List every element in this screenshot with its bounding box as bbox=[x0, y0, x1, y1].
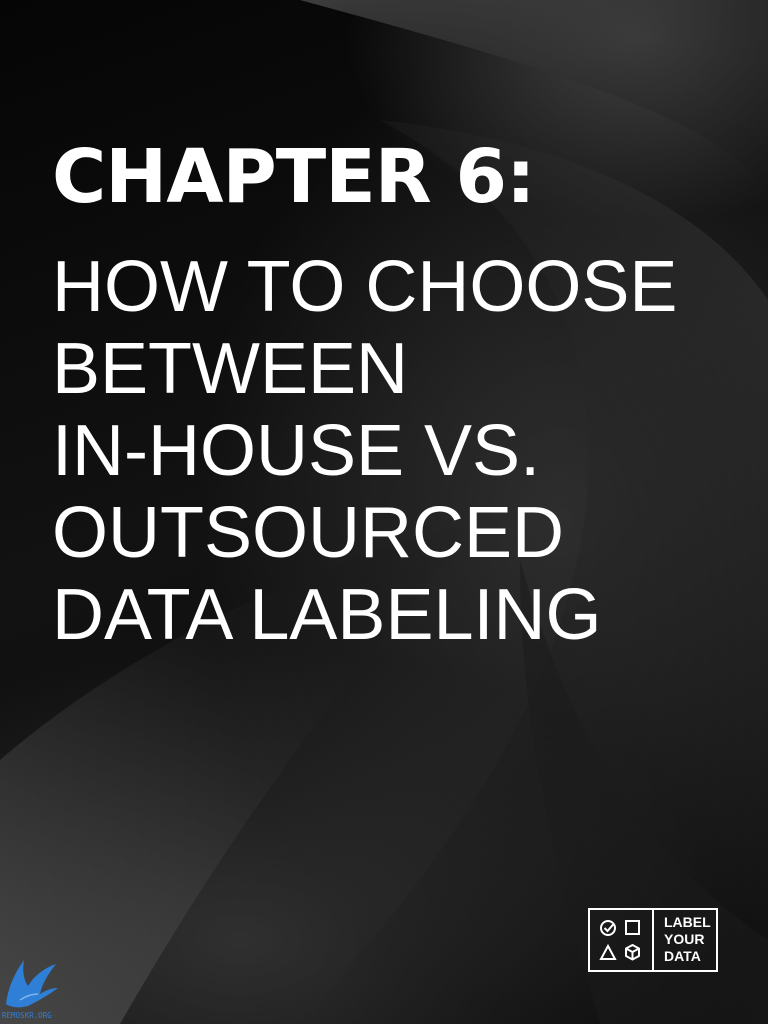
logo-line: DATA bbox=[664, 948, 701, 964]
subtitle-line: IN-HOUSE VS. bbox=[52, 411, 541, 491]
subtitle-line: DATA LABELING bbox=[52, 575, 602, 655]
logo-line: LABEL bbox=[664, 914, 711, 930]
subtitle-line: BETWEEN bbox=[52, 329, 409, 409]
bird-icon bbox=[6, 960, 58, 1008]
triangle-icon bbox=[599, 943, 617, 960]
logo-line: YOUR bbox=[664, 931, 705, 947]
watermark: REMOSKR.ORG bbox=[2, 960, 58, 1020]
logo-wordmark: LABEL YOUR DATA bbox=[654, 910, 716, 970]
check-circle-icon bbox=[600, 920, 616, 936]
chapter-heading: CHAPTER 6: bbox=[52, 134, 536, 220]
cube-icon bbox=[625, 944, 640, 961]
watermark-text: REMOSKR.ORG bbox=[2, 1011, 52, 1020]
subtitle-line: OUTSOURCED bbox=[52, 493, 565, 573]
label-your-data-logo: LABEL YOUR DATA bbox=[588, 908, 718, 972]
square-icon bbox=[625, 920, 640, 935]
logo-icon-grid bbox=[590, 910, 654, 970]
subtitle-line: HOW TO CHOOSE bbox=[52, 247, 678, 327]
cover-page: CHAPTER 6: HOW TO CHOOSE BETWEEN IN-HOUS… bbox=[0, 0, 768, 1024]
cover-text: CHAPTER 6: HOW TO CHOOSE BETWEEN IN-HOUS… bbox=[52, 140, 732, 656]
chapter-subtitle: HOW TO CHOOSE BETWEEN IN-HOUSE VS. OUTSO… bbox=[52, 246, 732, 656]
